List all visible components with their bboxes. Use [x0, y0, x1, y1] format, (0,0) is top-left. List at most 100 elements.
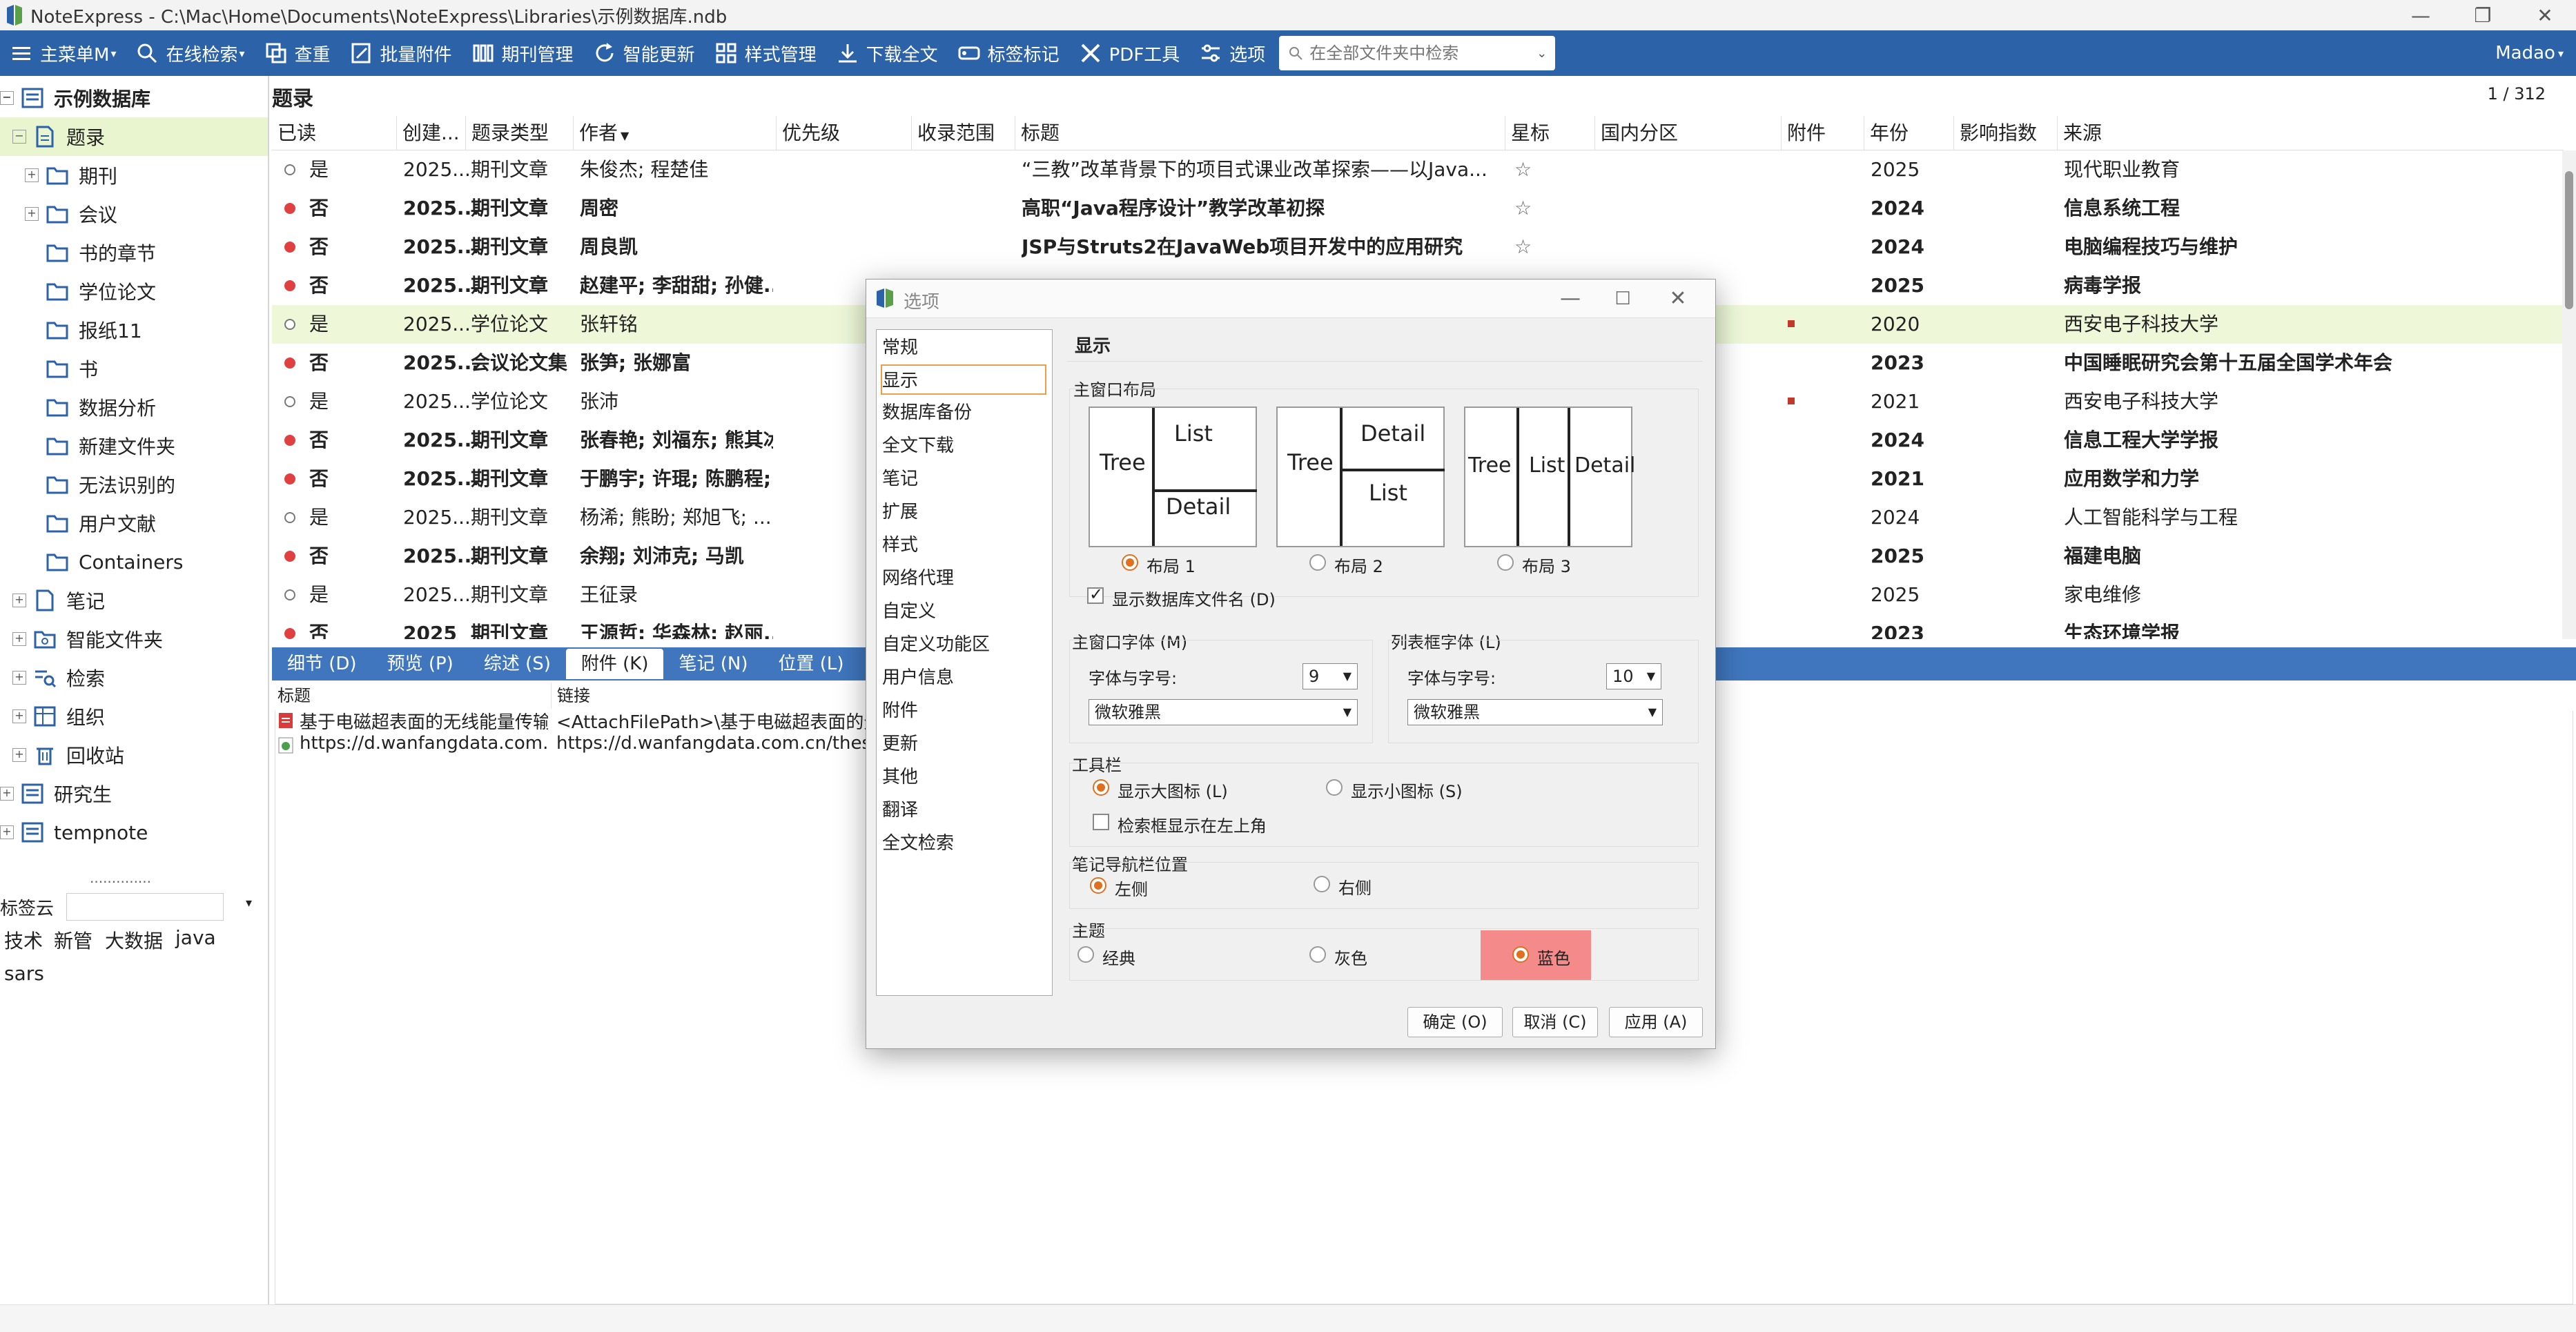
- nav-custom-ribbon[interactable]: 自定义功能区: [882, 629, 1048, 660]
- col-title[interactable]: 标题: [1015, 116, 1060, 150]
- tree-item-db-tempnote[interactable]: + tempnote: [0, 813, 148, 852]
- tag-item[interactable]: 大数据: [105, 926, 163, 954]
- journal-manage-button[interactable]: 期刊管理: [462, 30, 583, 76]
- tab-preview[interactable]: 预览 (P): [372, 649, 469, 679]
- tree-item-user-docs[interactable]: 用户文献: [46, 504, 156, 542]
- expand-icon[interactable]: +: [12, 594, 26, 607]
- ok-button[interactable]: 确定 (O): [1407, 1007, 1503, 1037]
- nav-fulltext-download[interactable]: 全文下载: [882, 431, 1048, 461]
- tagcloud-input[interactable]: [66, 893, 224, 921]
- online-search-button[interactable]: 在线检索 ▾: [126, 30, 254, 76]
- large-icons-radio[interactable]: [1093, 779, 1109, 796]
- tab-detail[interactable]: 细节 (D): [272, 649, 372, 679]
- collapse-icon[interactable]: −: [12, 130, 26, 144]
- layout-3-radio[interactable]: [1497, 554, 1514, 571]
- tab-location[interactable]: 位置 (L): [763, 649, 859, 679]
- col-source[interactable]: 来源: [2057, 116, 2102, 150]
- tab-summary[interactable]: 综述 (S): [469, 649, 566, 679]
- star-icon[interactable]: ☆: [1514, 228, 1532, 266]
- batch-attach-button[interactable]: 批量附件: [340, 30, 462, 76]
- theme-classic-radio[interactable]: [1077, 946, 1094, 963]
- expand-icon[interactable]: +: [25, 168, 39, 182]
- tree-item-book[interactable]: 书: [46, 349, 98, 388]
- dialog-close-button[interactable]: ✕: [1664, 285, 1692, 313]
- nav-update[interactable]: 更新: [882, 729, 1048, 759]
- col-impact[interactable]: 影响指数: [1953, 116, 2037, 150]
- dialog-maximize-button[interactable]: ☐: [1609, 285, 1637, 313]
- col-priority[interactable]: 优先级: [776, 116, 840, 150]
- nav-db-backup[interactable]: 数据库备份: [882, 398, 1048, 428]
- pane-splitter[interactable]: ..............: [90, 870, 151, 886]
- col-created[interactable]: 创建...: [396, 116, 460, 150]
- note-nav-right-radio[interactable]: [1314, 876, 1330, 892]
- search-top-left-checkbox[interactable]: [1093, 814, 1109, 830]
- expand-icon[interactable]: +: [12, 671, 26, 685]
- nav-styles[interactable]: 样式: [882, 530, 1048, 560]
- col-read[interactable]: 已读: [272, 116, 316, 150]
- apply-button[interactable]: 应用 (A): [1609, 1007, 1703, 1037]
- nav-other[interactable]: 其他: [882, 762, 1048, 792]
- col-star[interactable]: 星标: [1505, 116, 1550, 150]
- note-nav-left-radio[interactable]: [1090, 877, 1106, 894]
- dialog-minimize-button[interactable]: —: [1557, 285, 1584, 313]
- small-icons-radio[interactable]: [1326, 779, 1343, 796]
- user-menu[interactable]: Madao ▾: [2483, 30, 2576, 76]
- tag-item[interactable]: 技术: [4, 926, 43, 954]
- download-fulltext-button[interactable]: 下载全文: [826, 30, 948, 76]
- main-menu-button[interactable]: 主菜单M ▾: [0, 30, 126, 76]
- tab-notes[interactable]: 笔记 (N): [663, 649, 763, 679]
- maximize-button[interactable]: ❐: [2452, 0, 2514, 30]
- tree-item-records[interactable]: − 题录: [0, 117, 268, 156]
- col-region[interactable]: 国内分区: [1594, 116, 1678, 150]
- expand-icon[interactable]: +: [25, 207, 39, 221]
- layout-1-preview[interactable]: Tree List Detail: [1089, 407, 1257, 547]
- tree-item-root[interactable]: − 示例数据库: [0, 79, 269, 117]
- layout-2-radio[interactable]: [1309, 554, 1326, 571]
- nav-general[interactable]: 常规: [882, 333, 1048, 363]
- tree-item-organize[interactable]: + 组织: [12, 697, 105, 736]
- table-row[interactable]: 否 2025... 期刊文章 周良凯 JSP与Struts2在JavaWeb项目…: [272, 228, 2564, 266]
- tree-item-recycle-bin[interactable]: + 回收站: [12, 736, 124, 774]
- chevron-down-icon[interactable]: ▾: [246, 896, 252, 910]
- cancel-button[interactable]: 取消 (C): [1512, 1007, 1598, 1037]
- theme-gray-radio[interactable]: [1309, 946, 1326, 963]
- expand-icon[interactable]: +: [0, 825, 14, 839]
- tree-item-smart-folder[interactable]: + 智能文件夹: [12, 620, 163, 658]
- star-icon[interactable]: ☆: [1514, 189, 1532, 228]
- style-manage-button[interactable]: 样式管理: [705, 30, 826, 76]
- tab-attachment[interactable]: 附件 (K): [565, 649, 664, 679]
- options-button[interactable]: 选项: [1189, 30, 1275, 76]
- close-button[interactable]: ✕: [2514, 0, 2576, 30]
- col-attach-title[interactable]: 标题: [272, 683, 311, 708]
- main-font-size-select[interactable]: 9 ▼: [1302, 663, 1358, 689]
- pdf-attachment-icon[interactable]: [1788, 320, 1795, 327]
- layout-1-radio[interactable]: [1122, 554, 1138, 571]
- folder-search-input[interactable]: [1309, 43, 1537, 63]
- col-type[interactable]: 题录类型: [465, 116, 549, 150]
- list-font-size-select[interactable]: 10 ▼: [1606, 663, 1661, 689]
- nav-attachments[interactable]: 附件: [882, 696, 1048, 726]
- tag-mark-button[interactable]: 标签标记: [948, 30, 1069, 76]
- expand-icon[interactable]: +: [12, 748, 26, 762]
- scrollbar-thumb[interactable]: [2565, 171, 2573, 309]
- pdf-attachment-icon[interactable]: [1788, 398, 1795, 404]
- show-db-filename-checkbox[interactable]: [1087, 585, 1104, 604]
- expand-icon[interactable]: +: [12, 709, 26, 723]
- tag-item[interactable]: 新管: [54, 926, 92, 954]
- tree-item-thesis[interactable]: 学位论文: [46, 272, 156, 311]
- tree-item-new-folder[interactable]: 新建文件夹: [46, 427, 175, 465]
- nav-notes[interactable]: 笔记: [882, 464, 1048, 494]
- tree-item-containers[interactable]: Containers: [46, 542, 183, 581]
- expand-icon[interactable]: +: [12, 632, 26, 646]
- collapse-icon[interactable]: −: [0, 91, 14, 105]
- table-row[interactable]: 是 2025... 期刊文章 朱俊杰; 程楚佳 “三教”改革背景下的项目式课业改…: [272, 150, 2564, 189]
- list-font-name-select[interactable]: 微软雅黑 ▼: [1407, 699, 1663, 725]
- duplicate-check-button[interactable]: 查重: [255, 30, 340, 76]
- col-attachment[interactable]: 附件: [1781, 116, 1826, 150]
- tree-item-book-chapter[interactable]: 书的章节: [46, 233, 156, 272]
- table-row[interactable]: 否 2025... 期刊文章 周密 高职“Java程序设计”教学改革初探 ☆ 2…: [272, 189, 2564, 228]
- tree-item-journal[interactable]: + 期刊: [25, 156, 117, 195]
- tree-item-unrecognized[interactable]: 无法识别的: [46, 465, 175, 504]
- smart-update-button[interactable]: 智能更新: [583, 30, 705, 76]
- tree-item-data-analysis[interactable]: 数据分析: [46, 388, 156, 427]
